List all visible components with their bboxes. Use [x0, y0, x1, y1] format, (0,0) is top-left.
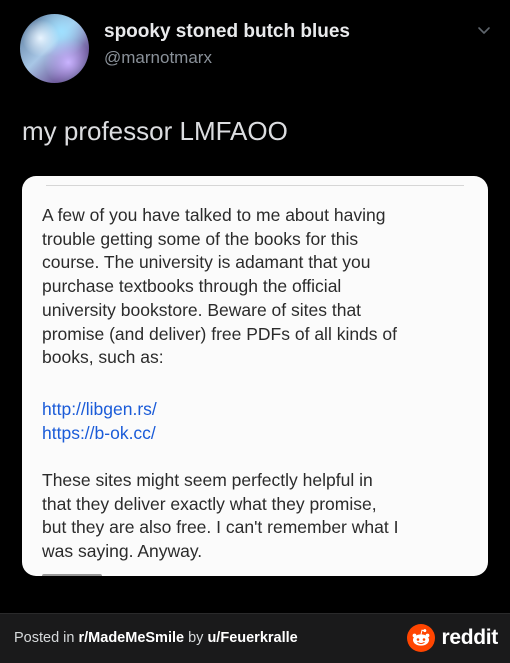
reddit-snoo-icon: [407, 624, 436, 652]
subreddit-link[interactable]: r/MadeMeSmile: [79, 630, 185, 646]
card-divider: [46, 185, 464, 186]
card-paragraph-1: A few of you have talked to me about hav…: [42, 205, 397, 368]
display-name[interactable]: spooky stoned butch blues: [104, 21, 350, 43]
reddit-logo[interactable]: reddit: [407, 624, 498, 652]
card-links: http://libgen.rs/ https://b-ok.cc/: [42, 398, 472, 445]
posted-by-word: by: [184, 630, 208, 646]
chevron-down-icon[interactable]: [476, 22, 492, 38]
posted-in-text: Posted in r/MadeMeSmile by u/Feuerkralle: [14, 630, 298, 646]
user-handle[interactable]: @marnotmarx: [104, 48, 212, 68]
posted-in-prefix: Posted in: [14, 630, 79, 646]
tweet-text: my professor LMFAOO: [22, 116, 288, 146]
reddit-footer-bar: Posted in r/MadeMeSmile by u/Feuerkralle…: [0, 613, 510, 663]
reddit-wordmark: reddit: [441, 626, 498, 649]
card-paragraph-2: These sites might seem perfectly helpful…: [42, 470, 399, 562]
avatar[interactable]: [20, 14, 89, 83]
user-link[interactable]: u/Feuerkralle: [207, 630, 297, 646]
cutoff-text-fragment: [42, 574, 102, 576]
screenshot-card: A few of you have talked to me about hav…: [22, 176, 488, 576]
post-image: spooky stoned butch blues @marnotmarx my…: [0, 0, 510, 663]
link-b-ok[interactable]: https://b-ok.cc/: [42, 422, 472, 446]
link-libgen[interactable]: http://libgen.rs/: [42, 398, 472, 422]
